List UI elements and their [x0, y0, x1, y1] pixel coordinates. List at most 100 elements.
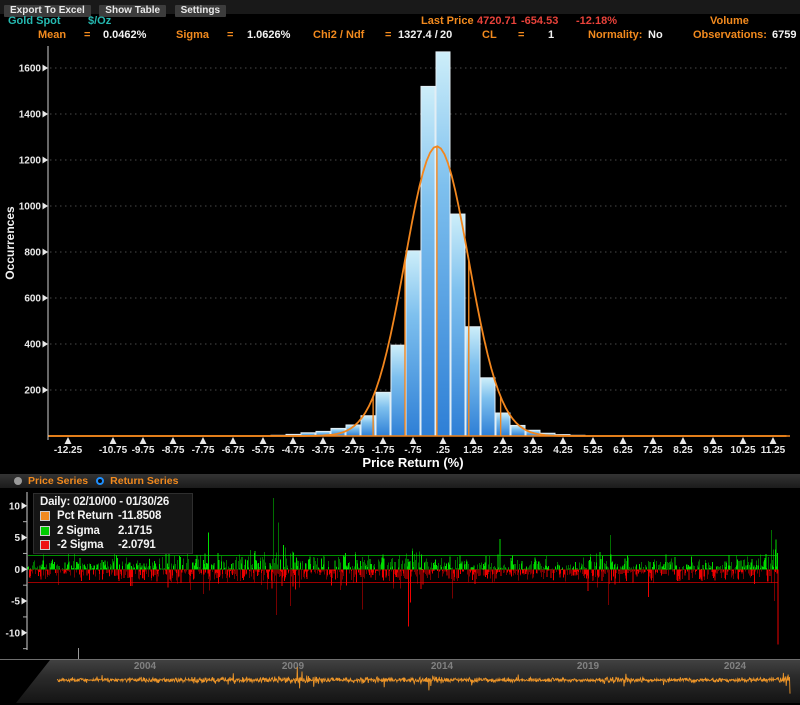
histogram-bar[interactable]: [466, 327, 480, 436]
histogram-x-tick-label: .25: [436, 445, 450, 456]
histogram-bar[interactable]: [496, 413, 510, 436]
price-change-pct: -12.18%: [576, 15, 617, 27]
tooltip-row-neg2sigma: -2 Sigma -2.0791: [40, 538, 187, 553]
chi2-value: 1327.4 /: [398, 29, 438, 41]
return-series-radio-icon: [96, 477, 104, 485]
tooltip-row-2sigma: 2 Sigma 2.1715: [40, 524, 187, 539]
last-price-label: Last Price: [421, 15, 474, 27]
sigma-value: 1.0626%: [247, 29, 290, 41]
histogram-bar[interactable]: [511, 425, 525, 436]
histogram-bar[interactable]: [331, 428, 345, 436]
histogram-bar[interactable]: [541, 433, 555, 436]
last-price-value: 4720.71: [477, 15, 517, 27]
histogram-gridlines: [50, 68, 790, 390]
toolbar: Export To Excel Show Table Settings: [0, 0, 800, 14]
histogram-x-axis-title: Price Return (%): [362, 455, 463, 470]
histogram-y-tick-label: 1400: [19, 110, 42, 121]
histogram-bar[interactable]: [481, 378, 495, 436]
return-y-tick-label: 0: [14, 565, 20, 576]
histogram-x-tick-label: -8.75: [162, 445, 185, 456]
histogram-bar[interactable]: [271, 435, 285, 436]
histogram-x-tick-label: 6.25: [613, 445, 633, 456]
histogram-x-tick-label: -10.75: [99, 445, 128, 456]
sigma-eq: =: [227, 29, 233, 41]
histogram-x-tick-label: 10.25: [730, 445, 755, 456]
histogram-x-tick-label: -12.25: [54, 445, 83, 456]
charts-canvas: 2004006008001000120014001600-12.25-10.75…: [0, 0, 800, 705]
return-y-tick-label: 5: [14, 533, 20, 544]
two-sigma-value: 2.1715: [118, 524, 187, 539]
histogram-bar[interactable]: [436, 52, 450, 436]
histogram-bar[interactable]: [346, 425, 360, 436]
security-name: Gold Spot: [8, 15, 61, 27]
histogram-x-tick-label: 5.25: [583, 445, 603, 456]
navigator-strip[interactable]: [0, 660, 800, 703]
histogram-x-tick-label: 8.25: [673, 445, 693, 456]
crosshair-tooltip: Daily: 02/10/00 - 01/30/26 Pct Return -1…: [33, 493, 193, 554]
neg-two-sigma-label: -2 Sigma: [57, 538, 113, 553]
normal-fit-curve: [48, 146, 790, 436]
histogram-bar[interactable]: [451, 214, 465, 436]
tooltip-date-range: Daily: 02/10/00 - 01/30/26: [40, 496, 187, 509]
legend-item-return-series[interactable]: Return Series: [96, 475, 178, 487]
cl-value: 1: [548, 29, 554, 41]
histogram-bar[interactable]: [376, 392, 390, 436]
histogram-x-tick-label: 2.25: [493, 445, 513, 456]
cl-label: CL: [482, 29, 497, 41]
navigator-year-2004: 2004: [123, 661, 167, 672]
histogram-y-tick-label: 600: [24, 294, 41, 305]
histogram-bar[interactable]: [406, 251, 420, 436]
navigator-year-2024: 2024: [713, 661, 757, 672]
histogram-bar[interactable]: [556, 435, 570, 436]
histogram-y-tick-label: 1600: [19, 64, 42, 75]
histogram-bars[interactable]: [271, 52, 585, 436]
histogram-bar[interactable]: [301, 433, 315, 436]
observations-label: Observations:: [693, 29, 767, 41]
histogram-x-tick-label: -5.75: [252, 445, 275, 456]
histogram-x-tick-label: -3.75: [312, 445, 335, 456]
price-series-label: Price Series: [28, 475, 88, 487]
histogram-x-tick-label: -2.75: [342, 445, 365, 456]
return-y-tick-label: 10: [9, 501, 21, 512]
neg-two-sigma-swatch-icon: [40, 540, 50, 550]
histogram-y-tick-label: 1000: [19, 202, 42, 213]
tooltip-row-pct-return: Pct Return -11.8508: [40, 509, 187, 524]
legend-item-price-series[interactable]: Price Series: [14, 475, 88, 487]
histogram-x-tick-label: 7.25: [643, 445, 663, 456]
navigator-track-line: [0, 659, 800, 660]
histogram-bar[interactable]: [361, 416, 375, 436]
normality-value: No: [648, 29, 663, 41]
neg-two-sigma-value: -2.0791: [118, 538, 187, 553]
histogram-y-axis-title: Occurrences: [3, 206, 17, 280]
pct-return-label: Pct Return: [57, 509, 113, 524]
histogram-bar[interactable]: [526, 430, 540, 436]
series-legend-bar: Price Series Return Series: [0, 474, 800, 488]
histogram-x-tick-label: -1.75: [372, 445, 395, 456]
histogram-x-tick-label: -.75: [404, 445, 422, 456]
histogram-x-tick-label: 11.25: [761, 445, 786, 456]
navigator-year-2019: 2019: [566, 661, 610, 672]
histogram-bar[interactable]: [391, 345, 405, 436]
header-row-1: Gold Spot $/Oz Last Price 4720.71 -654.5…: [0, 15, 800, 29]
histogram-bar[interactable]: [286, 434, 300, 436]
chi2-ndf-label: Chi2 / Ndf: [313, 29, 364, 41]
return-series-label: Return Series: [110, 475, 178, 487]
histogram-x-tick-label: -9.75: [132, 445, 155, 456]
price-series-radio-icon: [14, 477, 22, 485]
histogram-bar[interactable]: [316, 431, 330, 436]
two-sigma-swatch-icon: [40, 526, 50, 536]
mean-label: Mean: [38, 29, 66, 41]
histogram-bar[interactable]: [421, 86, 435, 436]
pct-return-swatch-icon: [40, 511, 50, 521]
return-chart-axes: 1050-5-10: [6, 492, 27, 650]
pct-return-value: -11.8508: [118, 509, 187, 524]
histogram-y-tick-label: 400: [24, 340, 41, 351]
histogram-bar[interactable]: [571, 435, 585, 436]
histogram-x-tick-label: 9.25: [703, 445, 723, 456]
histogram-y-tick-label: 800: [24, 248, 41, 259]
histogram-axes: 2004006008001000120014001600-12.25-10.75…: [3, 46, 786, 470]
two-sigma-label: 2 Sigma: [57, 524, 113, 539]
histogram-x-tick-label: 1.25: [463, 445, 483, 456]
histogram-x-tick-label: -6.75: [222, 445, 245, 456]
chi2-eq: =: [385, 29, 391, 41]
